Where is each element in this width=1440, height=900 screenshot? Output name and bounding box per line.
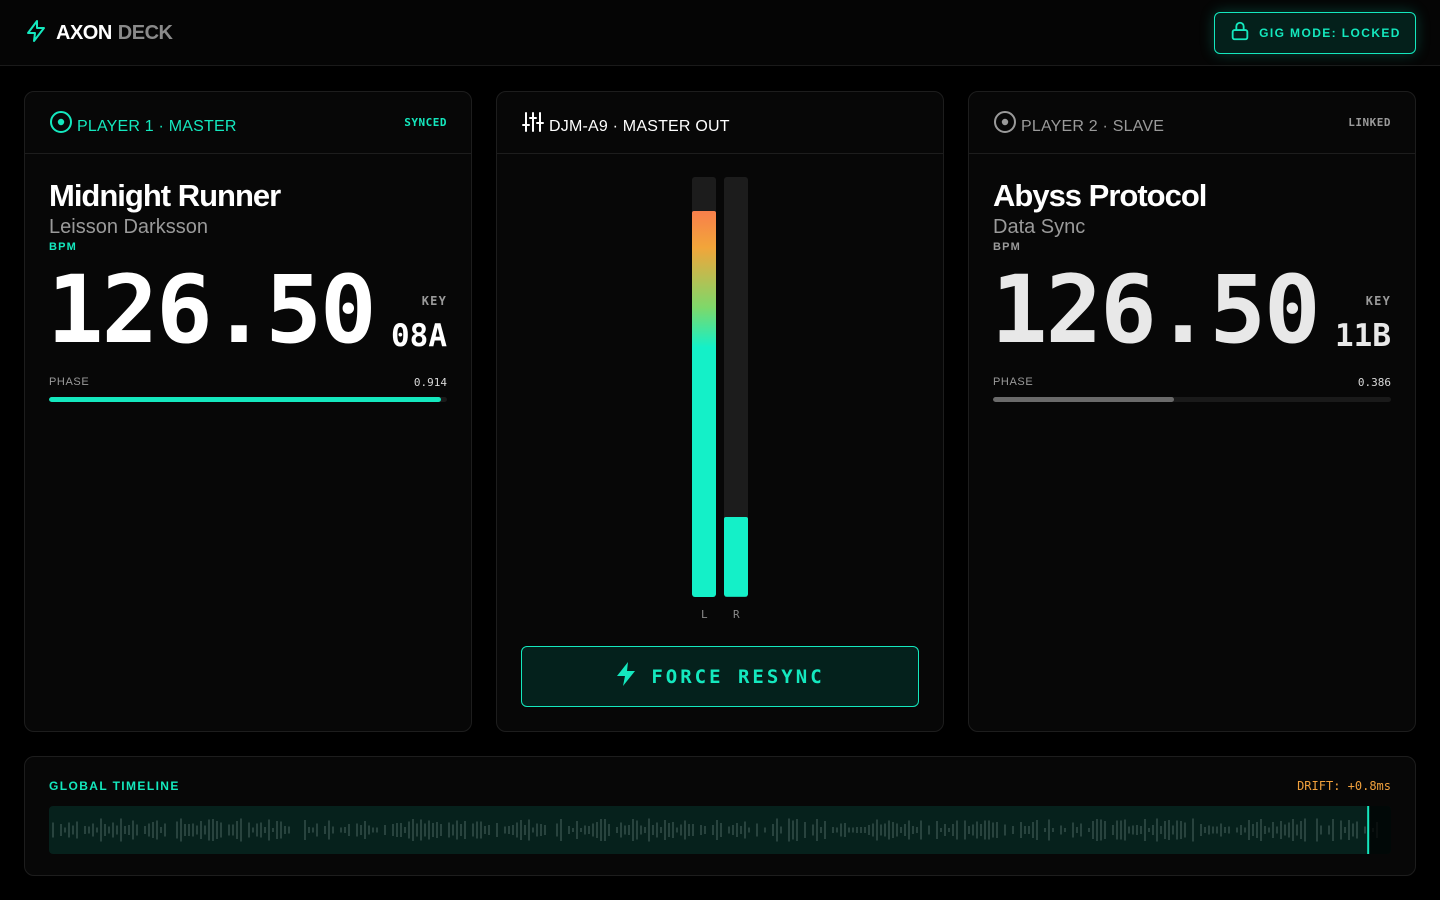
player2-artist: Data Sync [993,216,1086,238]
player2-panel: PLAYER 2 · SLAVE LINKED Abyss Protocol D… [968,91,1416,732]
player1-phase-value: 0.914 [413,376,447,389]
player1-status-badge: SYNCED [404,116,447,129]
left-level-fill [692,210,716,597]
mixer-panel: DJM-A9 · MASTER OUT L R FORCE RESYNC [496,91,944,732]
brand: AXON DECK [24,19,173,48]
player2-bpm-value: 126.50 [991,256,1321,365]
player2-track-title: Abyss Protocol [993,178,1207,213]
player1-header: PLAYER 1 · MASTER SYNCED [25,92,471,154]
player2-phase-value: 0.386 [1357,376,1391,389]
player2-status-badge: LINKED [1348,116,1391,129]
player2-header: PLAYER 2 · SLAVE LINKED [969,92,1415,154]
timeline-remaining-overlay [1368,806,1391,854]
player1-panel: PLAYER 1 · MASTER SYNCED Midnight Runner… [24,91,472,732]
right-level-meter [724,177,748,597]
player1-phase-fill [49,397,442,402]
force-resync-label: FORCE RESYNC [651,665,825,688]
top-bar: AXON DECK GIG MODE: LOCKED [0,0,1440,66]
right-channel-label: R [733,608,740,621]
player2-key-value: 11B [1335,318,1391,354]
player1-key-label: KEY [421,294,447,308]
force-resync-button[interactable]: FORCE RESYNC [521,646,919,707]
mixer-title: DJM-A9 · MASTER OUT [549,118,730,135]
player2-phase-fill [993,397,1175,402]
timeline-waveform[interactable] [49,806,1391,854]
player2-phase-bar [993,397,1391,402]
player1-artist: Leisson Darksson [49,216,208,238]
bolt-icon [615,661,637,692]
player1-title: PLAYER 1 · MASTER [77,118,237,135]
left-level-meter [692,177,716,597]
brand-suffix: DECK [117,21,173,44]
player1-phase-label: PHASE [49,376,90,388]
left-channel-label: L [701,608,708,621]
player2-bpm-label: BPM [993,241,1022,253]
disc-icon [49,110,73,134]
drift-readout: DRIFT: +0.8ms [1297,779,1391,793]
right-level-fill [724,517,748,597]
disc-icon [993,110,1017,134]
player2-phase-label: PHASE [993,376,1034,388]
mixer-header: DJM-A9 · MASTER OUT [497,92,943,154]
player2-key-label: KEY [1365,294,1391,308]
bolt-icon [24,19,48,48]
player1-phase-bar [49,397,447,402]
player1-bpm-value: 126.50 [47,256,377,365]
gig-mode-label: GIG MODE: LOCKED [1259,26,1401,40]
brand-name: AXON [56,21,112,44]
gig-mode-button[interactable]: GIG MODE: LOCKED [1214,12,1416,54]
waveform-graphic [52,806,1391,854]
lock-icon [1229,20,1251,47]
player2-title: PLAYER 2 · SLAVE [1021,118,1165,135]
player1-bpm-label: BPM [49,241,78,253]
sliders-icon [521,110,545,134]
player1-track-title: Midnight Runner [49,178,281,213]
timeline-title: GLOBAL TIMELINE [49,779,180,793]
player1-key-value: 08A [391,318,447,354]
global-timeline-panel: GLOBAL TIMELINE DRIFT: +0.8ms [24,756,1416,876]
